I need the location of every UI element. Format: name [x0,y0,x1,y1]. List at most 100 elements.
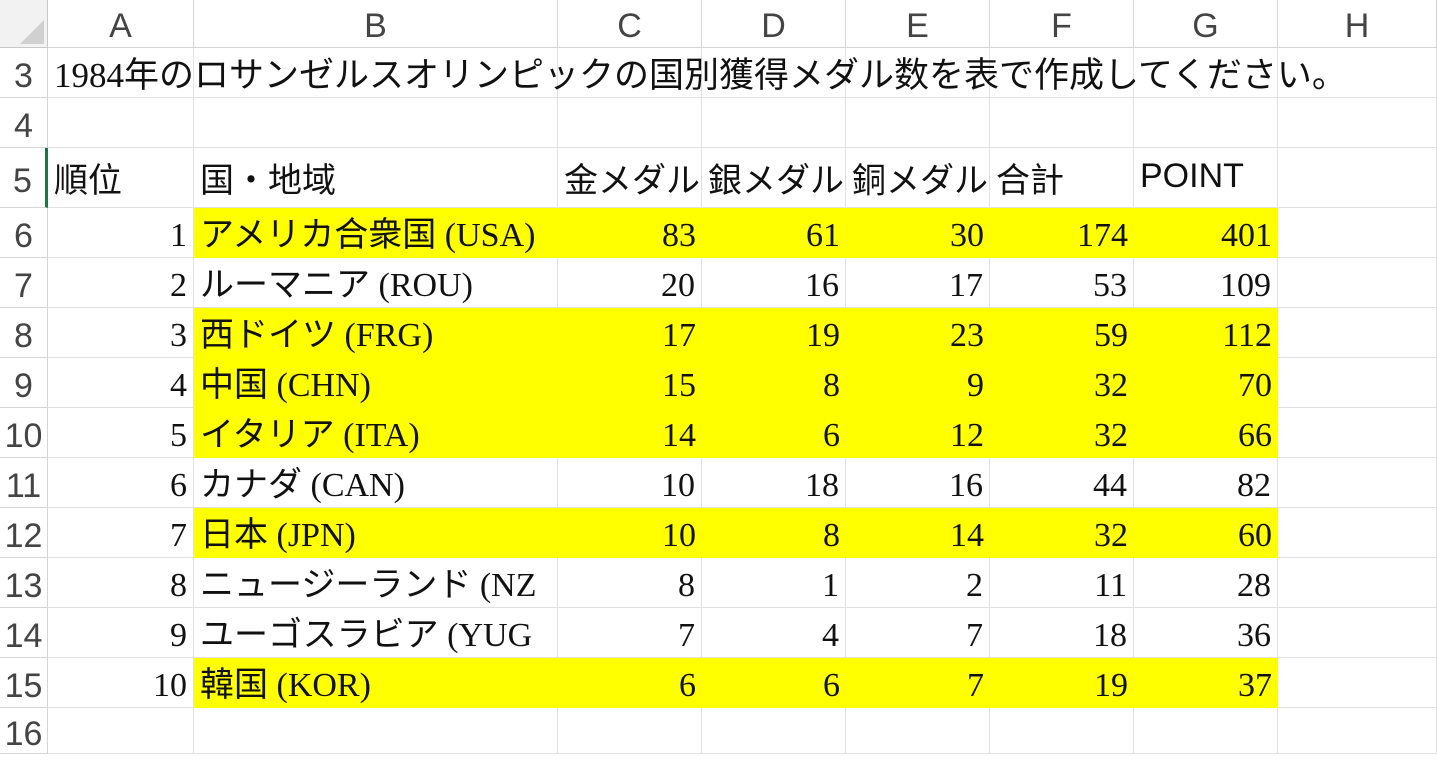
total-cell[interactable]: 174 [990,208,1134,258]
country-cell[interactable]: ニュージーランド (NZ [194,558,558,608]
row-header-5[interactable]: 5 [0,148,48,208]
silver-cell[interactable]: 1 [702,558,846,608]
row-header-11[interactable]: 11 [0,458,48,508]
silver-cell[interactable]: 4 [702,608,846,658]
silver-cell[interactable]: 8 [702,358,846,408]
point-cell[interactable]: 36 [1134,608,1278,658]
cell[interactable] [1134,708,1278,754]
cell[interactable] [1278,558,1437,608]
cell[interactable] [558,98,702,148]
header-bronze[interactable]: 銅メダル [846,148,990,208]
gold-cell[interactable]: 14 [558,408,702,458]
bronze-cell[interactable]: 16 [846,458,990,508]
cell[interactable] [1278,358,1437,408]
bronze-cell[interactable]: 12 [846,408,990,458]
column-header-f[interactable]: F [990,0,1134,48]
total-cell[interactable]: 32 [990,508,1134,558]
rank-cell[interactable]: 5 [48,408,194,458]
bronze-cell[interactable]: 30 [846,208,990,258]
cell[interactable] [1278,708,1437,754]
bronze-cell[interactable]: 23 [846,308,990,358]
cell[interactable] [1278,308,1437,358]
point-cell[interactable]: 37 [1134,658,1278,708]
bronze-cell[interactable]: 17 [846,258,990,308]
header-point[interactable]: POINT [1134,148,1278,208]
bronze-cell[interactable]: 9 [846,358,990,408]
silver-cell[interactable]: 6 [702,408,846,458]
gold-cell[interactable]: 6 [558,658,702,708]
gold-cell[interactable]: 10 [558,508,702,558]
cell[interactable] [1278,98,1437,148]
header-rank[interactable]: 順位 [48,148,194,208]
total-cell[interactable]: 18 [990,608,1134,658]
select-all-corner[interactable] [0,0,48,48]
cell[interactable] [990,708,1134,754]
gold-cell[interactable]: 8 [558,558,702,608]
column-header-h[interactable]: H [1278,0,1437,48]
cell[interactable] [194,98,558,148]
column-header-d[interactable]: D [702,0,846,48]
header-total[interactable]: 合計 [990,148,1134,208]
point-cell[interactable]: 60 [1134,508,1278,558]
rank-cell[interactable]: 9 [48,608,194,658]
row-header-8[interactable]: 8 [0,308,48,358]
header-country[interactable]: 国・地域 [194,148,558,208]
total-cell[interactable]: 19 [990,658,1134,708]
total-cell[interactable]: 32 [990,358,1134,408]
point-cell[interactable]: 109 [1134,258,1278,308]
rank-cell[interactable]: 7 [48,508,194,558]
country-cell[interactable]: アメリカ合衆国 (USA) [194,208,558,258]
rank-cell[interactable]: 2 [48,258,194,308]
bronze-cell[interactable]: 14 [846,508,990,558]
total-cell[interactable]: 32 [990,408,1134,458]
silver-cell[interactable]: 6 [702,658,846,708]
row-header-9[interactable]: 9 [0,358,48,408]
cell[interactable] [1278,148,1437,208]
rank-cell[interactable]: 3 [48,308,194,358]
column-header-c[interactable]: C [558,0,702,48]
spreadsheet-grid[interactable]: A B C D E F G H 3 4 5 6 7 8 9 10 11 12 13 14 15 16 1984年のロサンゼル… [0,0,1437,754]
total-cell[interactable]: 44 [990,458,1134,508]
country-cell[interactable]: 中国 (CHN) [194,358,558,408]
rank-cell[interactable]: 1 [48,208,194,258]
point-cell[interactable]: 28 [1134,558,1278,608]
country-cell[interactable]: カナダ (CAN) [194,458,558,508]
silver-cell[interactable]: 19 [702,308,846,358]
cell[interactable] [1278,458,1437,508]
cell[interactable] [846,708,990,754]
silver-cell[interactable]: 16 [702,258,846,308]
row-header-14[interactable]: 14 [0,608,48,658]
cell[interactable] [48,708,194,754]
gold-cell[interactable]: 10 [558,458,702,508]
country-cell[interactable]: 日本 (JPN) [194,508,558,558]
row-header-6[interactable]: 6 [0,208,48,258]
row-header-4[interactable]: 4 [0,98,48,148]
cell[interactable] [846,98,990,148]
cell[interactable] [48,98,194,148]
total-cell[interactable]: 53 [990,258,1134,308]
silver-cell[interactable]: 8 [702,508,846,558]
cell[interactable] [558,708,702,754]
point-cell[interactable]: 70 [1134,358,1278,408]
row-header-10[interactable]: 10 [0,408,48,458]
cell[interactable] [1278,658,1437,708]
cell[interactable] [1278,258,1437,308]
bronze-cell[interactable]: 7 [846,658,990,708]
country-cell[interactable]: ユーゴスラビア (YUG [194,608,558,658]
bronze-cell[interactable]: 2 [846,558,990,608]
rank-cell[interactable]: 8 [48,558,194,608]
country-cell[interactable]: 韓国 (KOR) [194,658,558,708]
cell[interactable] [194,708,558,754]
gold-cell[interactable]: 20 [558,258,702,308]
column-header-e[interactable]: E [846,0,990,48]
cell[interactable] [1278,608,1437,658]
title-cell[interactable]: 1984年のロサンゼルスオリンピックの国別獲得メダル数を表で作成してください。 [48,48,1437,98]
cell[interactable] [702,98,846,148]
point-cell[interactable]: 112 [1134,308,1278,358]
cell[interactable] [1134,98,1278,148]
total-cell[interactable]: 59 [990,308,1134,358]
country-cell[interactable]: 西ドイツ (FRG) [194,308,558,358]
silver-cell[interactable]: 18 [702,458,846,508]
cell[interactable] [1278,208,1437,258]
header-silver[interactable]: 銀メダル [702,148,846,208]
